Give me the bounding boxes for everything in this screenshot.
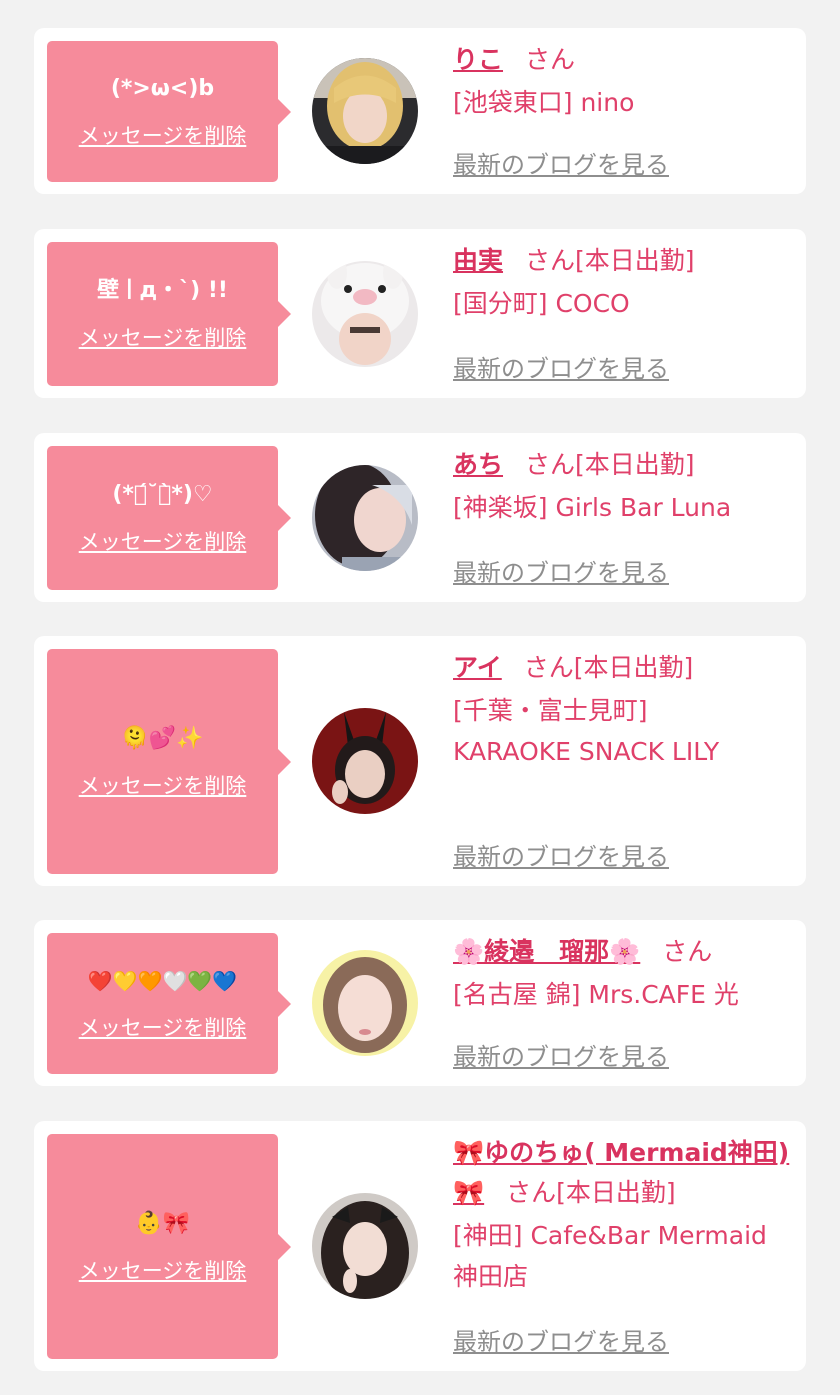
honorific: さん bbox=[662, 937, 713, 966]
delete-message-link[interactable]: メッセージを削除 bbox=[79, 526, 247, 556]
honorific: さん bbox=[506, 1178, 557, 1207]
honorific: さん bbox=[525, 45, 576, 74]
latest-blog-link[interactable]: 最新のブログを見る bbox=[453, 1037, 669, 1072]
delete-message-link[interactable]: メッセージを削除 bbox=[79, 120, 247, 150]
latest-blog-link[interactable]: 最新のブログを見る bbox=[453, 1322, 669, 1357]
avatar[interactable] bbox=[312, 261, 418, 367]
status-label: [本日出勤] bbox=[556, 1178, 676, 1207]
delete-message-link[interactable]: メッセージを削除 bbox=[79, 770, 247, 800]
status-label: [本日出勤] bbox=[573, 653, 694, 682]
honorific: さん bbox=[525, 246, 576, 275]
shop-label: [池袋東口] nino bbox=[453, 88, 635, 117]
message-bubble: ❤️💛🧡🤍💚💙 メッセージを削除 bbox=[47, 933, 291, 1074]
favorite-card: ❤️💛🧡🤍💚💙 メッセージを削除 🌸綾邉 瑠那🌸 さん [名古屋 錦] Mrs.C… bbox=[34, 920, 806, 1086]
latest-blog-link[interactable]: 最新のブログを見る bbox=[453, 349, 669, 384]
favorite-card: 🫠💕✨ メッセージを削除 アイ さん[本日出勤] [千葉・富士見町] KARAOK… bbox=[34, 636, 806, 886]
delete-message-link[interactable]: メッセージを削除 bbox=[79, 1012, 247, 1042]
cast-info: 由実 さん[本日出勤] [国分町] COCO bbox=[453, 241, 798, 324]
cast-name-link[interactable]: りこ bbox=[453, 45, 503, 74]
favorite-card: 👶🎀 メッセージを削除 🎀ゆのちゅ( Mermaid神田)🎀 さん[本日出勤] [… bbox=[34, 1121, 806, 1371]
avatar[interactable] bbox=[312, 708, 418, 814]
delete-message-link[interactable]: メッセージを削除 bbox=[79, 1255, 247, 1285]
status-label: [本日出勤] bbox=[575, 246, 695, 275]
favorites-list: (*>ω<)b メッセージを削除 りこ さん [池袋東口] nino 最新のブログ… bbox=[0, 0, 840, 1395]
cast-info: アイ さん[本日出勤] [千葉・富士見町] KARAOKE SNACK LILY bbox=[453, 648, 798, 772]
honorific: さん bbox=[523, 653, 574, 682]
shop-label: [神田] Cafe&Bar Mermaid 神田店 bbox=[453, 1221, 767, 1291]
favorite-card: (*ฅ́˘ฅ̀*)♡ メッセージを削除 あち さん[本日出勤] [神楽坂] Gir… bbox=[34, 433, 806, 602]
cast-info: 🎀ゆのちゅ( Mermaid神田)🎀 さん[本日出勤] [神田] Cafe&Bar… bbox=[453, 1133, 798, 1297]
cast-info: りこ さん [池袋東口] nino bbox=[453, 40, 798, 123]
message-text: 壁ㅣд・`) !! bbox=[97, 278, 228, 303]
message-text: 🫠💕✨ bbox=[121, 725, 204, 751]
shop-label: [名古屋 錦] Mrs.CAFE 光 bbox=[453, 980, 739, 1009]
status-label: [本日出勤] bbox=[575, 450, 695, 479]
latest-blog-link[interactable]: 最新のブログを見る bbox=[453, 553, 669, 588]
avatar[interactable] bbox=[312, 58, 418, 164]
message-bubble: 👶🎀 メッセージを削除 bbox=[47, 1134, 291, 1359]
message-text: ❤️💛🧡🤍💚💙 bbox=[87, 968, 238, 993]
honorific: さん bbox=[525, 450, 576, 479]
delete-message-link[interactable]: メッセージを削除 bbox=[79, 322, 247, 352]
shop-label: [千葉・富士見町] KARAOKE SNACK LILY bbox=[453, 696, 720, 766]
message-text: 👶🎀 bbox=[135, 1210, 190, 1236]
cast-info: あち さん[本日出勤] [神楽坂] Girls Bar Luna bbox=[453, 445, 798, 528]
message-bubble: 🫠💕✨ メッセージを削除 bbox=[47, 649, 291, 874]
shop-label: [神楽坂] Girls Bar Luna bbox=[453, 493, 732, 522]
cast-name-link[interactable]: アイ bbox=[453, 653, 502, 682]
cast-name-link[interactable]: 由実 bbox=[453, 246, 503, 275]
avatar[interactable] bbox=[312, 1193, 418, 1299]
latest-blog-link[interactable]: 最新のブログを見る bbox=[453, 145, 669, 180]
cast-info: 🌸綾邉 瑠那🌸 さん [名古屋 錦] Mrs.CAFE 光 bbox=[453, 932, 798, 1015]
favorite-card: (*>ω<)b メッセージを削除 りこ さん [池袋東口] nino 最新のブログ… bbox=[34, 28, 806, 194]
avatar[interactable] bbox=[312, 465, 418, 571]
message-text: (*>ω<)b bbox=[110, 75, 215, 101]
cast-name-link[interactable]: 🌸綾邉 瑠那🌸 bbox=[453, 937, 640, 966]
shop-label: [国分町] COCO bbox=[453, 289, 630, 318]
message-bubble: (*ฅ́˘ฅ̀*)♡ メッセージを削除 bbox=[47, 446, 291, 590]
message-bubble: (*>ω<)b メッセージを削除 bbox=[47, 41, 291, 182]
message-bubble: 壁ㅣд・`) !! メッセージを削除 bbox=[47, 242, 291, 386]
avatar[interactable] bbox=[312, 950, 418, 1056]
cast-name-link[interactable]: あち bbox=[453, 450, 503, 479]
message-text: (*ฅ́˘ฅ̀*)♡ bbox=[112, 482, 213, 507]
favorite-card: 壁ㅣд・`) !! メッセージを削除 由実 さん[本日出勤] [国分町] COCO… bbox=[34, 229, 806, 398]
latest-blog-link[interactable]: 最新のブログを見る bbox=[453, 837, 669, 872]
